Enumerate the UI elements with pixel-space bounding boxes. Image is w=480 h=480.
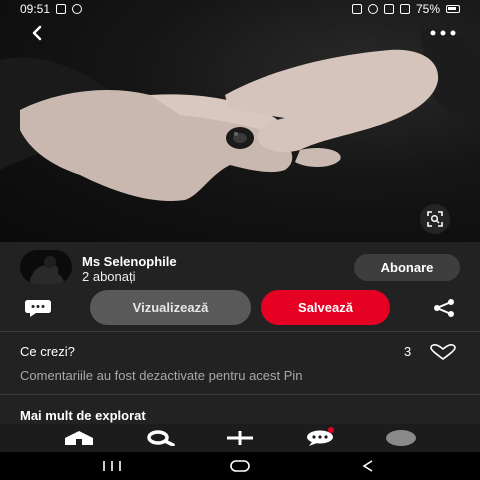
status-bar: 09:51 75% [0,0,480,18]
visual-search-button[interactable] [420,204,450,234]
action-row: Vizualizează Salvează [0,289,480,327]
home-icon [65,431,93,445]
status-time: 09:51 [20,2,51,16]
bottom-tab-bar [0,424,480,452]
battery-level: 75% [415,2,440,16]
pin-details-panel: Ms Selenophile 2 abonați Abonare Vizuali… [0,242,480,424]
more-options-button[interactable] [426,20,460,46]
search-icon [146,430,175,446]
hands-photo [0,29,480,201]
explore-title: Mai mult de explorat [20,408,146,423]
avatar-image [30,256,64,284]
share-icon[interactable] [432,299,456,317]
tab-create[interactable] [225,427,255,449]
system-back-button[interactable] [348,456,388,476]
notification-dot [327,427,334,433]
lens-icon [427,211,443,227]
tab-profile[interactable] [386,427,416,449]
gallery-icon [56,4,67,14]
comments-title: Ce crezi? [20,344,75,359]
divider [0,394,480,395]
creator-row: Ms Selenophile 2 abonați Abonare [20,248,460,288]
more-dots-icon [430,30,456,36]
follow-button[interactable]: Abonare [354,254,460,281]
save-button[interactable]: Salvează [261,290,390,325]
plus-icon [227,431,253,445]
avatar[interactable] [20,250,72,284]
profile-icon [386,430,416,446]
recents-button[interactable] [92,456,132,476]
divider [0,331,480,332]
comment-icon[interactable] [24,298,52,318]
signal-icon [399,4,410,14]
visit-button[interactable]: Vizualizează [90,290,251,325]
tab-home[interactable] [64,427,94,449]
location-icon [367,4,378,14]
tab-search[interactable] [145,427,175,449]
back-chevron-icon [362,460,373,472]
home-circle-icon [230,460,250,472]
pin-image[interactable] [0,0,480,242]
whatsapp-icon [72,4,83,14]
follower-count: 2 abonați [82,269,136,284]
system-navigation-bar [0,452,480,480]
battery-icon [446,5,460,13]
back-arrow-icon [32,25,42,41]
heart-icon[interactable] [430,344,456,360]
back-button[interactable] [20,20,54,46]
creator-name[interactable]: Ms Selenophile [82,254,177,269]
recents-icon [103,461,121,471]
tab-messages[interactable] [306,427,336,449]
calendar-icon [351,4,362,14]
comments-disabled-message: Comentariile au fost dezactivate pentru … [20,368,303,383]
wifi-icon [383,4,394,14]
system-home-button[interactable] [220,456,260,476]
reaction-count: 3 [404,344,412,359]
